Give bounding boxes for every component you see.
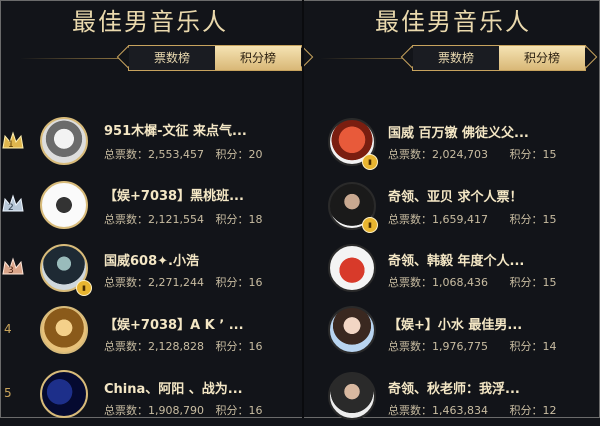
votes-label: 总票数： [104,276,148,289]
score-label: 积分： [509,213,543,226]
artist-stats: 总票数：2,553,457 积分：20 [104,146,262,162]
votes-label: 总票数： [388,404,432,417]
votes-label: 总票数： [388,340,432,353]
score-value: 15 [542,148,557,161]
score-value: 16 [248,340,263,353]
score-value: 20 [248,148,263,161]
artist-name: 奇领、秋老师：我浮... [388,382,520,397]
level-badge-icon: ▮ [76,280,92,296]
votes-value: 1,908,790 [148,404,204,417]
artist-stats: 总票数：1,068,436 积分：15 [388,274,556,290]
rank-number: 4 [4,322,12,336]
votes-label: 总票数： [104,340,148,353]
score-value: 16 [248,404,263,417]
list-item[interactable]: 2 【娱+7038】黑桃班... 总票数：2,121,554 积分：18 [0,173,300,239]
artist-stats: 总票数：1,908,790 积分：16 [104,402,262,418]
score-label: 积分： [509,340,543,353]
artist-name: 国威 百万镦 佛徒义父... [388,126,529,141]
panel-title: 最佳男音乐人 [72,8,228,36]
artist-stats: 总票数：2,121,554 积分：18 [104,211,262,227]
votes-value: 2,024,703 [432,148,488,161]
tab-points[interactable]: 积分榜 [499,46,585,70]
score-label: 积分： [509,276,543,289]
list-item[interactable]: 4 【娱+7038】A K ʼ ... 总票数：2,128,828 积分：16 [0,298,300,364]
crown-icon: 2 [0,193,26,219]
right-ranking-panel: 最佳男音乐人 票数榜 积分榜 ▮ 国威 百万镦 佛徒义父... 总票数：2,02… [306,0,600,420]
artist-stats: 总票数：1,976,775 积分：14 [388,338,556,354]
crown-icon: 1 [0,130,26,156]
score-value: 18 [248,213,263,226]
votes-value: 2,271,244 [148,276,204,289]
tab-votes[interactable]: 票数榜 [129,46,215,70]
rank-number: 5 [4,386,12,400]
score-value: 12 [542,404,557,417]
crown-icon: 3 [0,256,26,282]
artist-name: 【娱+7038】A K ʼ ... [104,318,244,333]
avatar [40,181,88,229]
tab-points[interactable]: 积分榜 [215,46,301,70]
artist-name: 【娱+7038】黑桃班... [104,189,244,204]
artist-stats: 总票数：1,463,834 积分：12 [388,402,556,418]
avatar [328,372,376,420]
list-item[interactable]: 【娱+】小水 最佳男... 总票数：1,976,775 积分：14 [306,298,600,364]
score-label: 积分： [215,404,249,417]
score-label: 积分： [215,148,249,161]
votes-value: 1,659,417 [432,213,488,226]
artist-stats: 总票数：2,128,828 积分：16 [104,338,262,354]
votes-label: 总票数： [388,213,432,226]
artist-name: 国威608✦.小浩 [104,254,199,269]
votes-value: 1,463,834 [432,404,488,417]
avatar [40,306,88,354]
artist-name: 【娱+】小水 最佳男... [388,318,523,333]
artist-stats: 总票数：2,271,244 积分：16 [104,274,262,290]
svg-text:2: 2 [8,203,14,213]
score-label: 积分： [215,213,249,226]
artist-name: China、阿阳 、战为... [104,382,243,397]
artist-name: 奇领、韩毅 年度个人... [388,254,525,269]
list-item[interactable]: 奇领、秋老师：我浮... 总票数：1,463,834 积分：12 [306,360,600,426]
list-item[interactable]: 1 951木樨-文征 来点气... 总票数：2,553,457 积分：20 [0,112,300,178]
artist-stats: 总票数：1,659,417 积分：15 [388,211,556,227]
votes-value: 2,553,457 [148,148,204,161]
score-value: 15 [542,213,557,226]
avatar [40,370,88,418]
list-item[interactable]: 5 China、阿阳 、战为... 总票数：1,908,790 积分：16 [0,360,300,426]
level-badge-icon: ▮ [362,217,378,233]
left-ranking-panel: 最佳男音乐人 票数榜 积分榜 1 951木樨-文征 来点气... 总票数：2,5… [0,0,302,418]
votes-label: 总票数： [388,276,432,289]
tab-votes[interactable]: 票数榜 [413,46,499,70]
avatar [328,244,376,292]
avatar [40,117,88,165]
score-value: 16 [248,276,263,289]
svg-text:3: 3 [8,266,14,276]
score-label: 积分： [215,276,249,289]
votes-value: 2,121,554 [148,213,204,226]
votes-label: 总票数： [388,148,432,161]
level-badge-icon: ▮ [362,154,378,170]
score-label: 积分： [215,340,249,353]
score-label: 积分： [509,148,543,161]
score-label: 积分： [509,404,543,417]
tab-group: 票数榜 积分榜 [128,45,302,71]
votes-value: 1,976,775 [432,340,488,353]
list-item[interactable]: 3 ▮ 国威608✦.小浩 总票数：2,271,244 积分：16 [0,236,300,302]
votes-label: 总票数： [104,404,148,417]
avatar [328,306,376,354]
artist-stats: 总票数：2,024,703 积分：15 [388,146,556,162]
svg-text:1: 1 [8,140,14,150]
votes-value: 2,128,828 [148,340,204,353]
votes-value: 1,068,436 [432,276,488,289]
tab-group: 票数榜 积分榜 [412,45,586,71]
score-value: 14 [542,340,557,353]
panel-divider [302,0,304,418]
list-item[interactable]: ▮ 国威 百万镦 佛徒义父... 总票数：2,024,703 积分：15 [306,112,600,178]
list-item[interactable]: 奇领、韩毅 年度个人... 总票数：1,068,436 积分：15 [306,236,600,302]
panel-title: 最佳男音乐人 [375,8,531,36]
votes-label: 总票数： [104,148,148,161]
artist-name: 951木樨-文征 来点气... [104,124,247,139]
artist-name: 奇领、亚贝 求个人票！ [388,190,523,205]
votes-label: 总票数： [104,213,148,226]
list-item[interactable]: ▮ 奇领、亚贝 求个人票！ 总票数：1,659,417 积分：15 [306,173,600,239]
score-value: 15 [542,276,557,289]
